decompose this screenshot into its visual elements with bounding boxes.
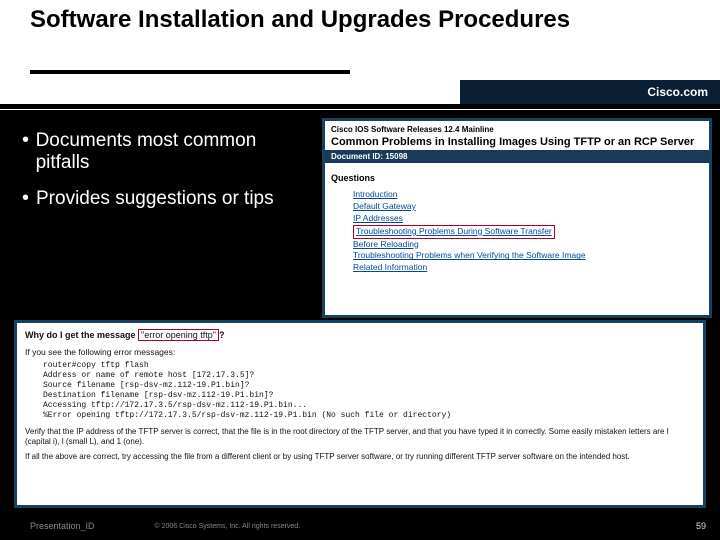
doc-link-highlighted[interactable]: Troubleshooting Problems During Software… bbox=[353, 225, 555, 239]
title-underline bbox=[30, 70, 350, 74]
doc-link[interactable]: Default Gateway bbox=[353, 201, 416, 211]
title-wrap: Software Installation and Upgrades Proce… bbox=[30, 6, 660, 34]
code-block: router#copy tftp flash Address or name o… bbox=[43, 361, 695, 421]
doc-link[interactable]: Troubleshooting Problems when Verifying … bbox=[353, 250, 586, 260]
slide-body: • Documents most common pitfalls • Provi… bbox=[0, 118, 720, 512]
bullet-dot-icon: • bbox=[22, 130, 36, 174]
bullet-list: • Documents most common pitfalls • Provi… bbox=[22, 130, 307, 224]
doc-breadcrumb: Cisco IOS Software Releases 12.4 Mainlin… bbox=[325, 121, 709, 136]
slide-title: Software Installation and Upgrades Proce… bbox=[30, 6, 660, 34]
doc-link[interactable]: Introduction bbox=[353, 189, 397, 199]
slide-footer: Presentation_ID © 2006 Cisco Systems, In… bbox=[0, 512, 720, 540]
question-highlight: "error opening tftp" bbox=[138, 329, 219, 341]
page-number: 59 bbox=[696, 521, 706, 531]
slide-header: Software Installation and Upgrades Proce… bbox=[0, 0, 720, 110]
link-list: Introduction Default Gateway IP Addresse… bbox=[325, 187, 709, 276]
header-separator bbox=[0, 104, 720, 109]
doc-id-bar: Document ID: 15098 bbox=[325, 150, 709, 163]
question-prefix: Why do I get the message bbox=[25, 330, 136, 340]
snippet-question: Why do I get the message "error opening … bbox=[25, 329, 695, 341]
snippet-lead: If you see the following error messages: bbox=[25, 347, 695, 357]
copyright: © 2006 Cisco Systems, Inc. All rights re… bbox=[155, 523, 301, 530]
bullet-item: • Provides suggestions or tips bbox=[22, 188, 307, 210]
doc-link[interactable]: Before Reloading bbox=[353, 239, 419, 249]
presentation-id: Presentation_ID bbox=[30, 521, 95, 531]
bullet-text: Provides suggestions or tips bbox=[36, 188, 274, 210]
brand-label: Cisco.com bbox=[647, 85, 708, 99]
snippet-paragraph: If all the above are correct, try access… bbox=[25, 452, 695, 462]
slide: Software Installation and Upgrades Proce… bbox=[0, 0, 720, 540]
doc-link[interactable]: Related Information bbox=[353, 262, 427, 272]
doc-title: Common Problems in Installing Images Usi… bbox=[325, 136, 709, 150]
doc-link[interactable]: IP Addresses bbox=[353, 213, 403, 223]
bullet-item: • Documents most common pitfalls bbox=[22, 130, 307, 174]
brand-bar: Cisco.com bbox=[460, 80, 720, 104]
bullet-dot-icon: • bbox=[22, 188, 36, 210]
question-suffix: ? bbox=[219, 330, 225, 340]
snippet-paragraph: Verify that the IP address of the TFTP s… bbox=[25, 427, 695, 448]
document-panel: Cisco IOS Software Releases 12.4 Mainlin… bbox=[322, 118, 712, 318]
questions-heading: Questions bbox=[325, 163, 709, 187]
bullet-text: Documents most common pitfalls bbox=[36, 130, 307, 174]
snippet-panel: Why do I get the message "error opening … bbox=[14, 320, 706, 508]
